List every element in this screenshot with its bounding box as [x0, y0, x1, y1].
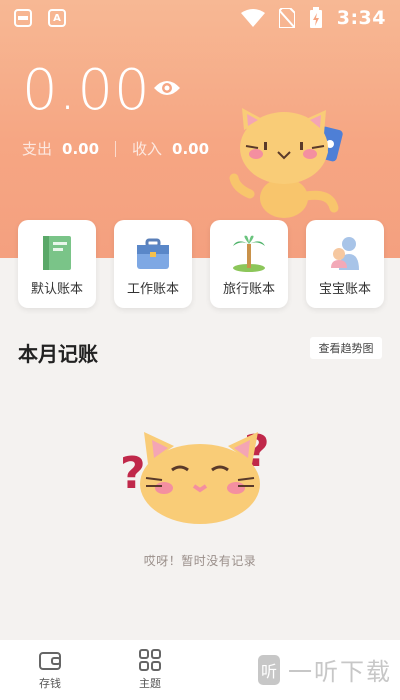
book-label: 旅行账本: [222, 282, 275, 297]
confused-cat-illustration: ? ?: [120, 426, 270, 524]
book-card-work[interactable]: 工作账本: [114, 220, 192, 308]
watermark: 听 一听下载: [258, 652, 392, 687]
briefcase-icon: [137, 238, 169, 269]
expense-label: 支出: [22, 140, 53, 158]
ledger-books: 默认账本 工作账本 旅行账本 宝宝账本: [18, 220, 384, 308]
book-label: 默认账本: [30, 282, 83, 297]
notebook-icon: [43, 236, 71, 270]
tab-save-money[interactable]: 存钱: [0, 649, 100, 691]
sim-off-icon: [278, 8, 295, 28]
view-trend-button[interactable]: 查看趋势图: [310, 337, 382, 359]
eye-icon[interactable]: [152, 76, 182, 100]
book-label: 工作账本: [126, 282, 179, 297]
book-label: 宝宝账本: [318, 282, 371, 297]
empty-state-text: 哎呀！暂时没有记录: [143, 554, 257, 568]
expense-value: 0.00: [62, 139, 100, 158]
month-section-title: 本月记账: [18, 342, 98, 366]
balance-amount: 0.00: [22, 58, 151, 123]
baby-icon: [331, 237, 359, 270]
watermark-text: 一听下载: [288, 658, 392, 686]
watermark-logo: 听: [258, 654, 280, 685]
battery-charging-icon: [309, 7, 322, 28]
grid-icon: [139, 649, 161, 671]
summary-divider: [115, 140, 117, 157]
tab-label: 主题: [139, 677, 161, 690]
app-notification-icon: [14, 9, 32, 27]
tab-label: 存钱: [39, 677, 61, 690]
book-card-baby[interactable]: 宝宝账本: [306, 220, 384, 308]
palm-tree-icon: [233, 235, 265, 272]
cat-mascot-illustration: [229, 108, 343, 218]
book-card-travel[interactable]: 旅行账本: [210, 220, 288, 308]
wifi-icon: [240, 9, 265, 27]
book-card-default[interactable]: 默认账本: [18, 220, 96, 308]
status-time: 3:34: [336, 7, 386, 29]
status-bar: A 3:34: [0, 0, 400, 36]
income-value: 0.00: [172, 139, 210, 158]
income-label: 收入: [132, 140, 163, 158]
font-app-icon: A: [48, 9, 66, 27]
tab-theme[interactable]: 主题: [100, 649, 200, 691]
wallet-icon: [39, 652, 61, 670]
summary-row: 支出 0.00 收入 0.00: [22, 138, 209, 159]
